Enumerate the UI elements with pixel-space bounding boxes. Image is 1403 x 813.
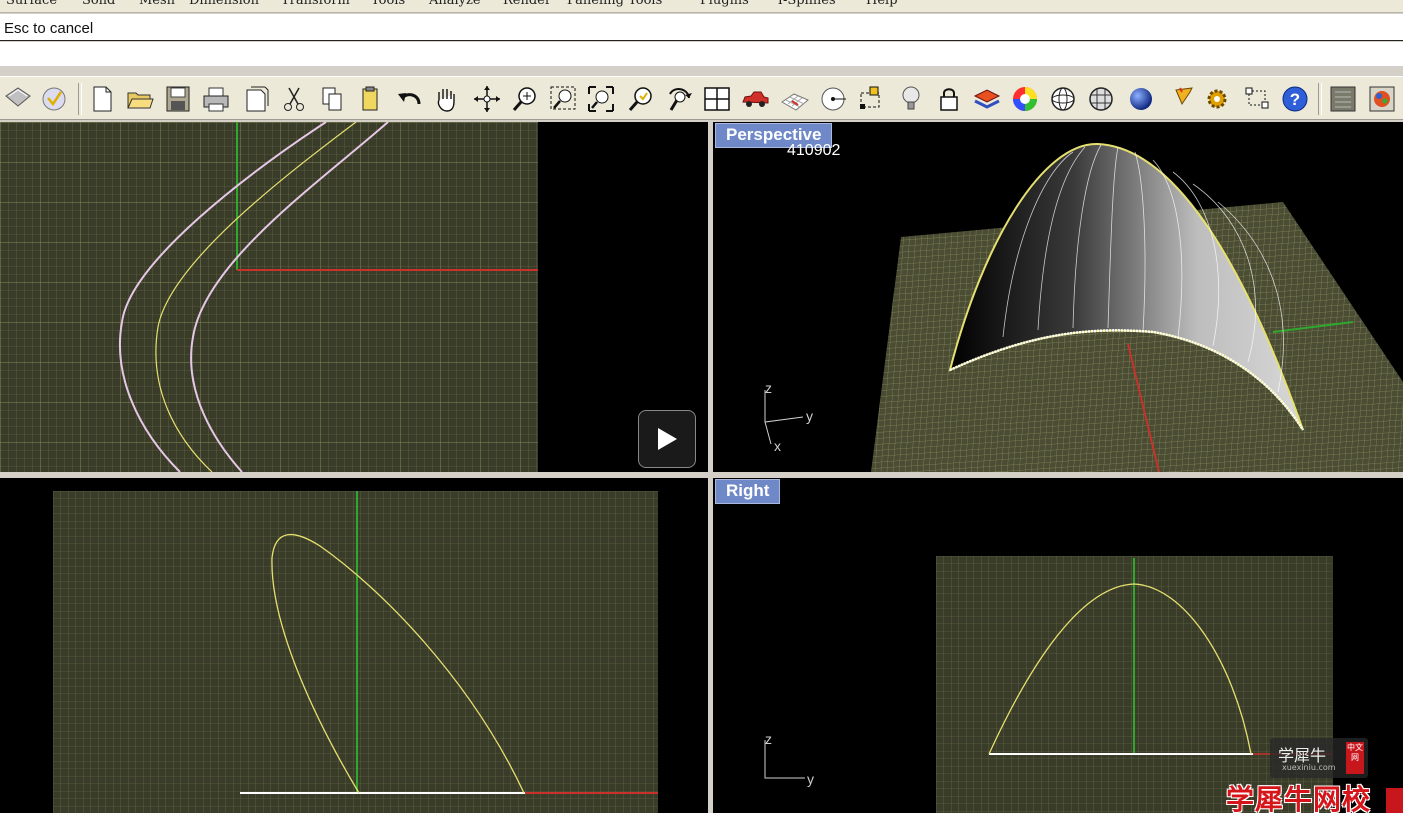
menu-tools[interactable]: Tools [371, 0, 405, 8]
paste-icon[interactable] [352, 80, 388, 118]
rotate-view-icon[interactable] [469, 80, 505, 118]
render-sphere-icon[interactable] [1045, 80, 1081, 118]
axis-label-z: z [765, 380, 772, 396]
menu-paneling-tools[interactable]: Paneling Tools [567, 0, 662, 8]
watermark-edge-mark [1386, 788, 1403, 813]
new-file-icon[interactable] [84, 80, 120, 118]
watermark-url: xuexiniu.com [1282, 763, 1336, 772]
zoom-dynamic-icon[interactable] [507, 80, 543, 118]
zoom-selected-icon[interactable] [623, 80, 659, 118]
panel-icon[interactable] [1325, 80, 1361, 118]
toolbar-separator [1318, 83, 1322, 115]
menu-dimension[interactable]: Dimension [189, 0, 259, 8]
select-filter-icon[interactable] [0, 80, 36, 118]
menu-transform[interactable]: Transform [281, 0, 350, 8]
grid-plane-icon[interactable] [777, 80, 813, 118]
cone-tool-icon[interactable] [1165, 80, 1201, 118]
menu-surface[interactable]: Surface [6, 0, 57, 8]
save-icon[interactable] [160, 80, 196, 118]
toolbar-separator [78, 83, 82, 115]
video-play-button[interactable] [638, 410, 696, 468]
axis-label-x: x [774, 438, 781, 454]
command-prompt-text: Esc to cancel [4, 20, 94, 37]
print-icon[interactable] [198, 80, 234, 118]
copy-icon[interactable] [314, 80, 350, 118]
four-viewports-icon[interactable] [699, 80, 735, 118]
watermark-badge: 中文网 [1346, 742, 1364, 774]
zoom-window-icon[interactable] [545, 80, 581, 118]
connect-nodes-icon[interactable] [1239, 80, 1275, 118]
open-folder-icon[interactable] [122, 80, 158, 118]
cut-icon[interactable] [276, 80, 312, 118]
render-palette-icon[interactable] [1364, 80, 1400, 118]
menu-mesh[interactable]: Mesh [139, 0, 175, 8]
menu-plugins[interactable]: Plugins [700, 0, 749, 8]
menu-bar: Surface Solid Mesh Dimension Transform T… [0, 0, 1403, 13]
menu-t-splines[interactable]: T-Splines [776, 0, 836, 8]
watermark-logo: 学犀牛 xuexiniu.com 中文网 [1270, 738, 1368, 778]
car-icon[interactable] [737, 80, 773, 118]
shaded-sphere-icon[interactable] [1123, 80, 1159, 118]
bounding-box-icon[interactable] [853, 80, 889, 118]
undo-icon[interactable] [392, 80, 428, 118]
pan-hand-icon[interactable] [428, 80, 464, 118]
command-history: Esc to cancel [0, 14, 1403, 41]
rhino-window: Surface Solid Mesh Dimension Transform T… [0, 0, 1403, 813]
osnap-icon[interactable] [36, 80, 72, 118]
rotate-3d-icon[interactable] [661, 80, 697, 118]
lock-icon[interactable] [931, 80, 967, 118]
mesh-sphere-icon[interactable] [1083, 80, 1119, 118]
perspective-viewport-scene [764, 142, 1403, 472]
play-icon [658, 428, 677, 450]
color-wheel-icon[interactable] [1007, 80, 1043, 118]
viewport-front[interactable] [0, 478, 708, 813]
properties-icon[interactable] [238, 80, 274, 118]
svg-text:?: ? [1290, 90, 1300, 109]
menu-help[interactable]: Help [866, 0, 898, 8]
standard-toolbar: ? [0, 76, 1403, 120]
front-viewport-scene [53, 491, 658, 813]
watermark-brand-text: 学犀牛网校 [1226, 783, 1372, 813]
viewport-top[interactable] [0, 122, 708, 472]
command-input[interactable] [0, 42, 1403, 67]
menu-solid[interactable]: Solid [82, 0, 115, 8]
top-viewport-scene [0, 122, 538, 472]
menu-render[interactable]: Render [503, 0, 551, 8]
layer-icon[interactable] [969, 80, 1005, 118]
help-icon[interactable]: ? [1277, 80, 1313, 118]
axis-label-z: z [765, 731, 772, 747]
viewport-label-right[interactable]: Right [715, 479, 781, 504]
overlay-number: 410902 [787, 142, 841, 159]
gear-icon[interactable] [1199, 80, 1235, 118]
axis-label-y: y [806, 408, 813, 424]
light-bulb-icon[interactable] [893, 80, 929, 118]
viewport-splitter-vertical[interactable] [708, 122, 713, 813]
circle-point-icon[interactable] [815, 80, 851, 118]
menu-analyze[interactable]: Analyze [429, 0, 481, 8]
zoom-extents-icon[interactable] [583, 80, 619, 118]
viewport-splitter-horizontal[interactable] [0, 472, 1403, 478]
viewport-perspective[interactable]: Perspective 410902 z y x [713, 122, 1403, 472]
axis-label-y: y [807, 771, 814, 787]
